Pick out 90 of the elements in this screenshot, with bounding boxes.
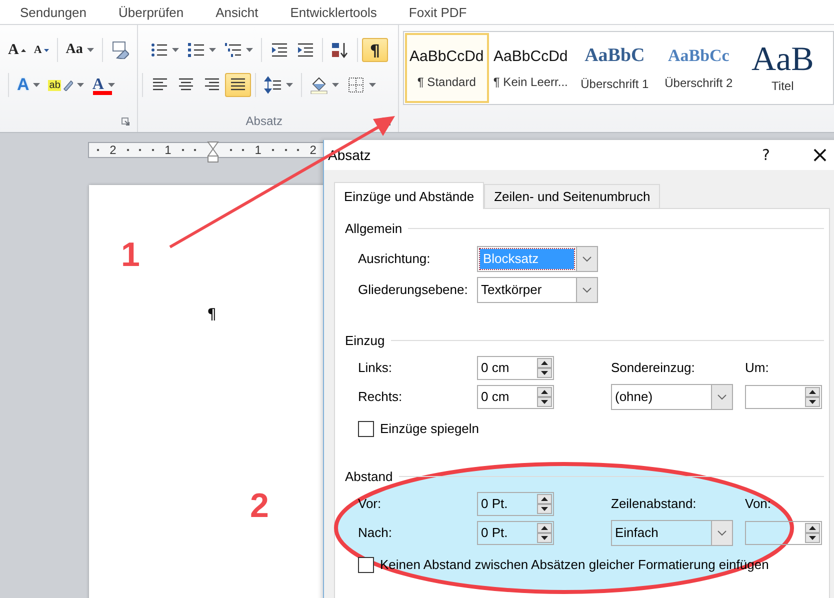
dropdown-field[interactable]: (ohne) bbox=[611, 384, 733, 410]
section-heading: Allgemein bbox=[345, 221, 402, 236]
paint-bucket-icon bbox=[310, 76, 328, 94]
numbered-list-icon bbox=[186, 41, 205, 59]
spinner-field[interactable]: 0 cm bbox=[477, 356, 554, 380]
spin-arrows-icon[interactable] bbox=[805, 386, 820, 406]
annotation-number: 1 bbox=[121, 236, 140, 275]
checkbox[interactable] bbox=[358, 556, 374, 572]
ruler-number: 2 bbox=[310, 143, 316, 157]
ribbon-tab[interactable]: Sendungen bbox=[20, 4, 87, 20]
dropdown-field[interactable]: Textkörper bbox=[477, 276, 598, 302]
field-label: Nach: bbox=[358, 525, 393, 540]
color-bar bbox=[93, 91, 112, 95]
spinner-field[interactable] bbox=[745, 384, 822, 408]
dialog-tab[interactable]: Zeilen- und Seitenumbruch bbox=[484, 184, 660, 208]
chevron-down-icon bbox=[582, 256, 592, 262]
decrease-indent-icon bbox=[270, 41, 288, 59]
eraser-icon bbox=[110, 41, 129, 59]
border-grid-icon bbox=[346, 76, 365, 94]
style-name: ¶ Standard bbox=[417, 74, 476, 88]
paragraph-mark: ¶ bbox=[207, 305, 217, 323]
field-label: Von: bbox=[745, 496, 772, 511]
ruler-number: 1 bbox=[164, 143, 172, 157]
ribbon-tab[interactable]: Ansicht bbox=[216, 4, 258, 20]
style-preview: AaBbCcDd bbox=[494, 48, 568, 64]
style-item[interactable]: AaBbCc Überschrift 2 bbox=[656, 33, 741, 103]
group-label: Absatz bbox=[246, 114, 284, 128]
spin-arrows-icon[interactable] bbox=[537, 386, 552, 406]
dialog-tab[interactable]: Einzüge und Abstände bbox=[334, 182, 484, 209]
field-label: Ausrichtung: bbox=[358, 251, 432, 266]
style-name: Titel bbox=[772, 79, 794, 93]
help-button[interactable]: ? bbox=[744, 141, 788, 169]
field-label: Sondereinzug: bbox=[611, 360, 696, 375]
style-name: ¶ Kein Leerr... bbox=[493, 74, 568, 88]
justify-button[interactable] bbox=[224, 73, 251, 97]
highlight-button[interactable]: ab bbox=[44, 73, 88, 97]
style-preview: AaBbC bbox=[584, 45, 645, 67]
section-heading: Einzug bbox=[345, 333, 385, 348]
ribbon-tab[interactable]: Foxit PDF bbox=[408, 4, 467, 20]
multilevel-list-icon bbox=[224, 41, 242, 59]
triangle-up-icon bbox=[20, 48, 26, 52]
style-preview: AaBbCcDd bbox=[410, 48, 484, 64]
show-marks-button[interactable]: ¶ bbox=[362, 38, 388, 62]
field-label: Rechts: bbox=[358, 389, 404, 404]
spin-arrows-icon[interactable] bbox=[805, 522, 820, 542]
field-label: Gliederungsebene: bbox=[358, 282, 469, 297]
style-name: Überschrift 2 bbox=[664, 76, 733, 90]
style-item[interactable]: AaB Titel bbox=[740, 33, 825, 103]
change-case-button[interactable]: Aa bbox=[62, 38, 98, 62]
shrink-font-button[interactable]: A bbox=[30, 38, 53, 62]
field-label: Links: bbox=[358, 360, 393, 375]
style-preview: AaBbCc bbox=[668, 46, 730, 66]
dropdown-field[interactable]: Einfach bbox=[611, 520, 733, 546]
pencil-icon bbox=[63, 79, 74, 91]
ruler-number: 2 bbox=[110, 143, 116, 157]
checkbox-label: Einzüge spiegeln bbox=[380, 421, 480, 436]
section-heading: Abstand bbox=[345, 469, 393, 484]
spinner-field[interactable] bbox=[745, 520, 822, 544]
ribbon-tab[interactable]: Überprüfen bbox=[118, 4, 184, 20]
indent-marker-icon[interactable] bbox=[207, 141, 219, 163]
spinner-field[interactable]: 0 Pt. bbox=[477, 520, 554, 544]
style-preview: AaB bbox=[751, 43, 814, 77]
field-label: Um: bbox=[745, 360, 770, 375]
spin-arrows-icon[interactable] bbox=[537, 494, 552, 514]
checkbox[interactable] bbox=[358, 420, 374, 436]
chevron-down-icon bbox=[582, 286, 592, 292]
triangle-down-icon bbox=[44, 48, 49, 52]
text-effects-button[interactable]: A bbox=[13, 73, 44, 97]
style-item[interactable]: AaBbCcDd ¶ Standard bbox=[404, 33, 489, 103]
font-color-button[interactable]: A bbox=[88, 73, 119, 97]
sort-icon bbox=[330, 41, 349, 59]
chevron-down-icon bbox=[717, 394, 727, 400]
line-spacing-icon bbox=[264, 76, 282, 94]
spinner-field[interactable]: 0 Pt. bbox=[477, 492, 554, 516]
style-item[interactable]: AaBbC Überschrift 1 bbox=[572, 33, 657, 103]
close-button[interactable]: × bbox=[798, 141, 834, 169]
style-item[interactable]: AaBbCcDd ¶ Kein Leerr... bbox=[488, 33, 573, 103]
bulleted-list-icon bbox=[150, 41, 168, 59]
spinner-field[interactable]: 0 cm bbox=[477, 384, 554, 408]
spin-arrows-icon[interactable] bbox=[537, 522, 552, 542]
spin-arrows-icon[interactable] bbox=[537, 358, 552, 378]
ruler-number: 1 bbox=[254, 143, 262, 157]
annotation-number: 2 bbox=[250, 487, 269, 526]
increase-indent-icon bbox=[296, 41, 314, 59]
chevron-down-icon bbox=[717, 530, 727, 536]
grow-font-button[interactable]: A bbox=[4, 38, 30, 62]
ribbon-tab[interactable]: Entwicklertools bbox=[290, 4, 377, 20]
field-label: Zeilenabstand: bbox=[611, 496, 698, 511]
style-name: Überschrift 1 bbox=[580, 77, 649, 91]
field-label: Vor: bbox=[358, 496, 382, 511]
